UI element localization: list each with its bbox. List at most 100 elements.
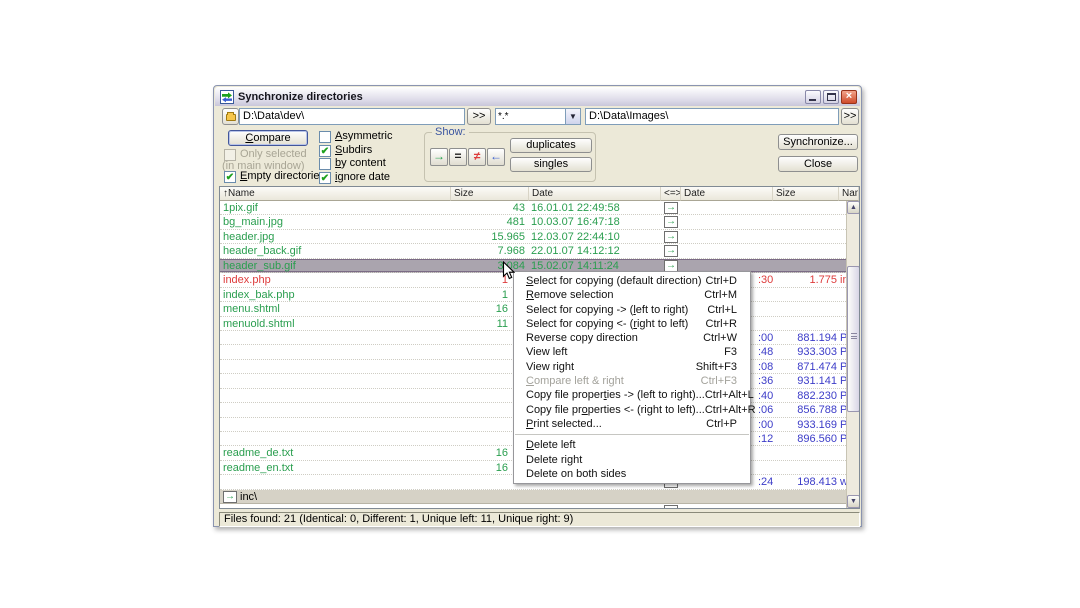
checkbox-by-content[interactable]: ✔ bbox=[319, 158, 331, 170]
menu-item-label: Remove selection bbox=[526, 288, 613, 302]
menu-item-view-left[interactable]: View leftF3 bbox=[514, 345, 750, 359]
checkbox-asymmetric[interactable]: ✔ bbox=[319, 131, 331, 143]
show-not-equal-button[interactable]: ≠ bbox=[468, 148, 486, 166]
column-header-size[interactable]: Size bbox=[451, 187, 529, 201]
cell-rs: 856.788 bbox=[773, 404, 837, 417]
scroll-up-button[interactable]: ▲ bbox=[847, 201, 860, 214]
show-copy-right-button[interactable]: → bbox=[430, 148, 448, 166]
table-row[interactable]: header_back.gif7.96822.01.07 14:12:12→ bbox=[220, 244, 846, 258]
menu-item-select-for-copying-right-to-left[interactable]: Select for copying <- (right to left)Ctr… bbox=[514, 317, 750, 331]
menu-item-label: Reverse copy direction bbox=[526, 331, 638, 345]
menu-item-print-selected[interactable]: Print selected...Ctrl+P bbox=[514, 417, 750, 431]
vertical-scrollbar[interactable]: ▲ ▼ bbox=[846, 201, 859, 508]
title-bar[interactable]: Synchronize directories × bbox=[215, 87, 860, 106]
table-row[interactable]: header.jpg15.96512.03.07 22:44:10→ bbox=[220, 230, 846, 244]
compare-button[interactable]: Compare bbox=[228, 130, 308, 146]
menu-item-delete-left[interactable]: Delete left bbox=[514, 438, 750, 452]
left-expand-button[interactable]: >> bbox=[467, 108, 491, 125]
right-expand-button[interactable]: >> bbox=[841, 108, 859, 125]
cell-ln: readme_en.txt bbox=[223, 462, 449, 475]
cell-ld: 10.03.07 16:47:18 bbox=[531, 216, 659, 229]
cell-rs: 933.303 bbox=[773, 346, 837, 359]
column-header-name[interactable]: Name bbox=[839, 187, 859, 201]
column-header-date[interactable]: Date bbox=[681, 187, 773, 201]
cell-ls: 7.968 bbox=[451, 245, 525, 258]
left-path-input[interactable]: D:\Data\dev\ bbox=[239, 108, 465, 125]
menu-item-label: Delete right bbox=[526, 453, 582, 467]
menu-item-view-right[interactable]: View rightShift+F3 bbox=[514, 360, 750, 374]
scrollbar-thumb[interactable] bbox=[847, 266, 860, 412]
table-row[interactable]: bg_main.jpg48110.03.07 16:47:18→ bbox=[220, 215, 846, 229]
column-header-name[interactable]: ↑Name bbox=[220, 187, 451, 201]
right-path-input[interactable]: D:\Data\Images\ bbox=[585, 108, 839, 125]
folder-row[interactable]: →inc\ bbox=[220, 490, 846, 504]
cell-rs: 931.141 bbox=[773, 375, 837, 388]
menu-item-delete-on-both-sides[interactable]: Delete on both sides bbox=[514, 467, 750, 481]
table-row[interactable]: 1pix.gif4316.01.01 22:49:58→ bbox=[220, 201, 846, 215]
menu-item-shortcut: Ctrl+Alt+L bbox=[705, 388, 754, 402]
menu-item-copy-file-properties-right-to-left[interactable]: Copy file properties <- (right to left).… bbox=[514, 403, 750, 417]
direction-arrow-icon: → bbox=[223, 491, 237, 503]
cell-ln: header_sub.gif bbox=[223, 260, 449, 273]
menu-item-shortcut: Ctrl+M bbox=[704, 288, 737, 302]
column-header-[interactable]: <=> bbox=[661, 187, 681, 201]
empty-directories-checkbox[interactable]: ✔ bbox=[224, 171, 236, 183]
cell-rs: 933.169 bbox=[773, 419, 837, 432]
cell-rs: 198.413 bbox=[773, 476, 837, 489]
cell-rs: 896.560 bbox=[773, 433, 837, 446]
menu-item-label: Delete on both sides bbox=[526, 467, 626, 481]
cell-ln: header.jpg bbox=[223, 231, 449, 244]
cell-ld: 12.03.07 22:44:10 bbox=[531, 231, 659, 244]
menu-item-copy-file-properties-left-to-right[interactable]: Copy file properties -> (left to right).… bbox=[514, 388, 750, 402]
menu-item-label: Print selected... bbox=[526, 417, 602, 431]
cell-ls: 16 bbox=[451, 447, 508, 460]
menu-item-label: Compare left & right bbox=[526, 374, 624, 388]
maximize-button[interactable] bbox=[823, 90, 839, 104]
menu-item-reverse-copy-direction[interactable]: Reverse copy directionCtrl+W bbox=[514, 331, 750, 345]
cell-rd: :48 bbox=[758, 346, 774, 359]
menu-item-label: Select for copying -> (left to right) bbox=[526, 303, 688, 317]
duplicates-button[interactable]: duplicates bbox=[510, 138, 592, 153]
menu-item-delete-right[interactable]: Delete right bbox=[514, 453, 750, 467]
mouse-cursor bbox=[502, 261, 515, 281]
cell-ln: bg_main.jpg bbox=[223, 216, 449, 229]
chevron-down-icon[interactable]: ▼ bbox=[565, 109, 580, 124]
minimize-button[interactable] bbox=[805, 90, 821, 104]
cell-ln: menu.shtml bbox=[223, 303, 449, 316]
cell-rd: :00 bbox=[758, 419, 774, 432]
show-equal-button[interactable]: = bbox=[449, 148, 467, 166]
direction-arrow-icon: → bbox=[664, 216, 678, 228]
menu-item-select-for-copying-left-to-right[interactable]: Select for copying -> (left to right)Ctr… bbox=[514, 303, 750, 317]
singles-button[interactable]: singles bbox=[510, 157, 592, 172]
menu-item-compare-left-right[interactable]: Compare left & rightCtrl+F3 bbox=[514, 374, 750, 388]
direction-arrow-icon: → bbox=[664, 231, 678, 243]
show-copy-left-button[interactable]: ← bbox=[487, 148, 505, 166]
table-row[interactable] bbox=[220, 504, 846, 508]
direction-arrow-icon: → bbox=[664, 202, 678, 214]
cell-ls: 43 bbox=[451, 202, 525, 215]
cell-rs: 871.474 bbox=[773, 361, 837, 374]
cell-rd: :12 bbox=[758, 433, 774, 446]
checkbox-ignore-date[interactable]: ✔ bbox=[319, 172, 331, 184]
status-bar: Files found: 21 (Identical: 0, Different… bbox=[219, 512, 860, 527]
close-window-button[interactable]: × bbox=[841, 90, 857, 104]
cell-ls: 1 bbox=[451, 274, 508, 287]
left-dir-history-button[interactable] bbox=[222, 108, 239, 125]
cell-ld: 16.01.01 22:49:58 bbox=[531, 202, 659, 215]
cell-ls: 11 bbox=[451, 318, 508, 331]
synchronize-button[interactable]: Synchronize... bbox=[778, 134, 858, 150]
close-button[interactable]: Close bbox=[778, 156, 858, 172]
cell-rd: :30 bbox=[758, 274, 774, 287]
column-header-size[interactable]: Size bbox=[773, 187, 839, 201]
synchronize-directories-window: Synchronize directories × D:\Data\dev\ >… bbox=[213, 85, 862, 527]
menu-item-shortcut: Ctrl+R bbox=[706, 317, 737, 331]
direction-arrow-icon: → bbox=[664, 245, 678, 257]
menu-item-shortcut: Ctrl+D bbox=[706, 274, 737, 288]
checkbox-subdirs[interactable]: ✔ bbox=[319, 145, 331, 157]
column-header-date[interactable]: Date bbox=[529, 187, 661, 201]
cell-ln: index_bak.php bbox=[223, 289, 449, 302]
filter-combobox[interactable]: *.* ▼ bbox=[495, 108, 581, 125]
scroll-down-button[interactable]: ▼ bbox=[847, 495, 860, 508]
menu-item-select-for-copying-default-direction[interactable]: Select for copying (default direction)Ct… bbox=[514, 274, 750, 288]
menu-item-remove-selection[interactable]: Remove selection Ctrl+M bbox=[514, 288, 750, 302]
